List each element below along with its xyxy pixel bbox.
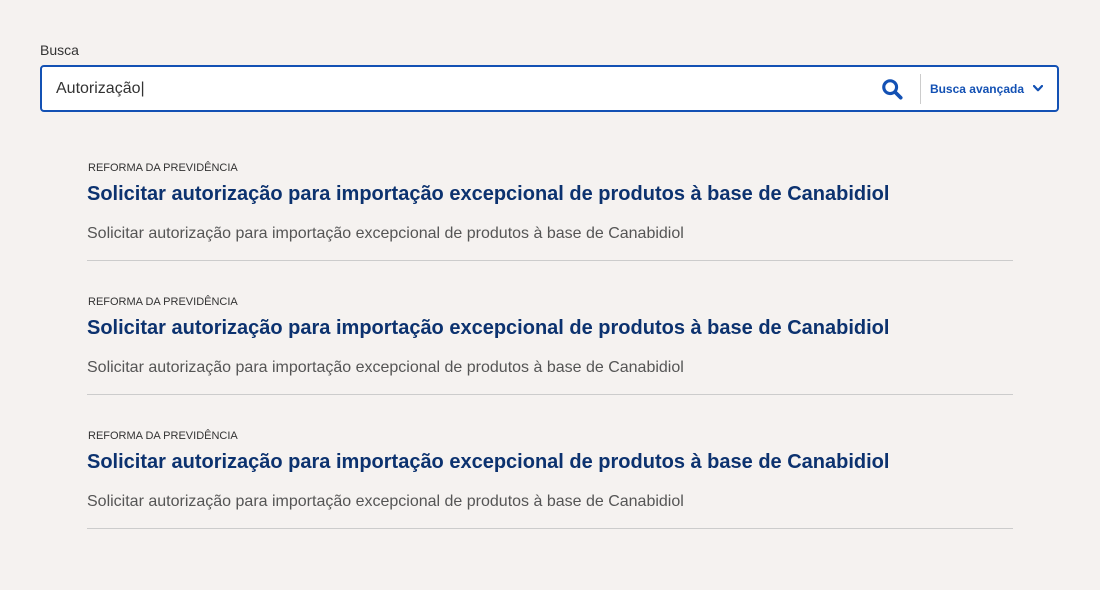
results-list: REFORMA DA PREVIDÊNCIA Solicitar autoriz… (87, 160, 1013, 562)
result-category: REFORMA DA PREVIDÊNCIA (88, 296, 238, 308)
result-divider (87, 260, 1013, 261)
result-description: Solicitar autorização para importação ex… (87, 493, 684, 510)
result-description: Solicitar autorização para importação ex… (87, 225, 684, 242)
result-item: REFORMA DA PREVIDÊNCIA Solicitar autoriz… (87, 294, 1013, 428)
search-label: Busca (40, 42, 79, 58)
search-box: Autorização| Busca avançada (40, 65, 1059, 112)
result-title-link[interactable]: Solicitar autorização para importação ex… (87, 450, 889, 474)
result-item: REFORMA DA PREVIDÊNCIA Solicitar autoriz… (87, 428, 1013, 562)
advanced-search-button[interactable]: Busca avançada (921, 67, 1057, 110)
search-input-value: Autorização| (56, 79, 145, 97)
search-icon (882, 78, 903, 100)
result-description: Solicitar autorização para importação ex… (87, 359, 684, 376)
result-item: REFORMA DA PREVIDÊNCIA Solicitar autoriz… (87, 160, 1013, 294)
result-title-link[interactable]: Solicitar autorização para importação ex… (87, 316, 889, 340)
result-divider (87, 394, 1013, 395)
result-title-link[interactable]: Solicitar autorização para importação ex… (87, 182, 889, 206)
search-input[interactable]: Autorização| (42, 67, 872, 110)
chevron-down-icon (1033, 85, 1043, 92)
result-category: REFORMA DA PREVIDÊNCIA (88, 162, 238, 174)
search-button[interactable] (872, 67, 912, 110)
result-divider (87, 528, 1013, 529)
result-category: REFORMA DA PREVIDÊNCIA (88, 430, 238, 442)
search-section: Busca Autorização| Busca avançada (40, 42, 1059, 112)
advanced-search-label: Busca avançada (929, 81, 1024, 96)
